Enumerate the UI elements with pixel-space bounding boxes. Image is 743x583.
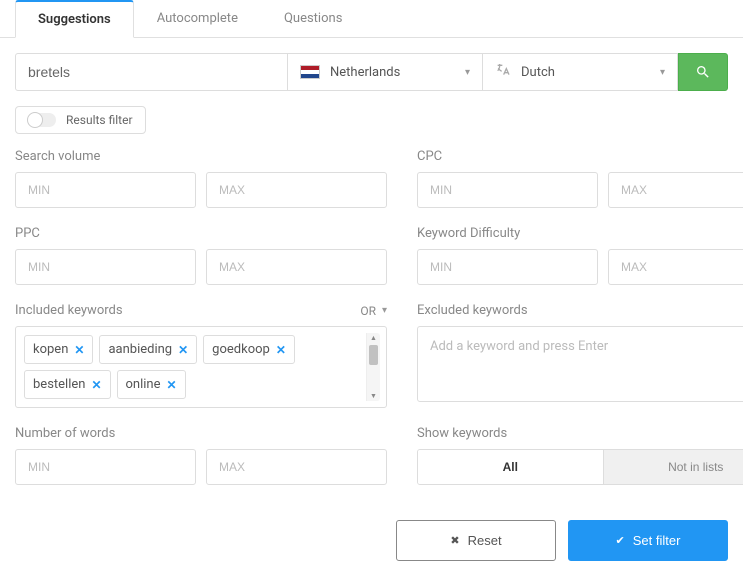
tab-suggestions[interactable]: Suggestions: [15, 0, 134, 38]
kd-min-input[interactable]: [417, 249, 598, 285]
filter-grid: Search volume CPC PPC Keyword Difficulty: [0, 149, 743, 505]
search-button[interactable]: [678, 53, 728, 91]
search-volume-min-input[interactable]: [15, 172, 196, 208]
remove-tag-icon[interactable]: ✕: [91, 378, 101, 392]
check-icon: ✔: [616, 534, 625, 547]
cpc-max-input[interactable]: [608, 172, 743, 208]
search-type-tabs: Suggestions Autocomplete Questions: [0, 0, 743, 38]
kd-max-input[interactable]: [608, 249, 743, 285]
language-select[interactable]: Dutch ▾: [483, 53, 678, 91]
filter-label: Show keywords: [417, 426, 743, 441]
filter-label: Excluded keywords: [417, 303, 528, 318]
keyword-tag: goedkoop✕: [203, 335, 295, 364]
country-label: Netherlands: [330, 65, 400, 80]
results-filter-label: Results filter: [66, 113, 133, 127]
ppc-max-input[interactable]: [206, 249, 387, 285]
filter-label: PPC: [15, 226, 387, 241]
num-words-max-input[interactable]: [206, 449, 387, 485]
scroll-thumb[interactable]: [369, 345, 378, 365]
filter-keyword-difficulty: Keyword Difficulty: [417, 226, 743, 285]
filter-label: Number of words: [15, 426, 387, 441]
included-keywords-box[interactable]: kopen✕ aanbieding✕ goedkoop✕ bestellen✕ …: [15, 326, 387, 408]
filter-number-of-words: Number of words: [15, 426, 387, 485]
remove-tag-icon[interactable]: ✕: [276, 343, 286, 357]
filter-cpc: CPC: [417, 149, 743, 208]
scroll-down-icon[interactable]: ▼: [367, 391, 380, 401]
ppc-min-input[interactable]: [15, 249, 196, 285]
filter-label: CPC: [417, 149, 743, 164]
tab-autocomplete[interactable]: Autocomplete: [134, 0, 261, 37]
excluded-placeholder: Add a keyword and press Enter: [424, 333, 614, 395]
remove-tag-icon[interactable]: ✕: [167, 378, 177, 392]
language-icon: [495, 62, 511, 82]
filter-excluded-keywords: Excluded keywords OR ▾ Add a keyword and…: [417, 303, 743, 408]
show-keywords-toggle: All Not in lists: [417, 449, 743, 485]
close-icon: ✖: [450, 534, 459, 547]
keyword-tag: online✕: [117, 370, 186, 399]
included-mode-label: OR: [360, 304, 376, 318]
results-filter-pill: Results filter: [15, 106, 146, 134]
chevron-down-icon: ▾: [465, 67, 470, 78]
chevron-down-icon: ▾: [660, 67, 665, 78]
num-words-min-input[interactable]: [15, 449, 196, 485]
filter-ppc: PPC: [15, 226, 387, 285]
filter-label: Included keywords: [15, 303, 123, 318]
keyword-tag: kopen✕: [24, 335, 93, 364]
search-volume-max-input[interactable]: [206, 172, 387, 208]
filter-show-keywords: Show keywords All Not in lists: [417, 426, 743, 485]
scroll-up-icon[interactable]: ▲: [367, 333, 380, 343]
remove-tag-icon[interactable]: ✕: [178, 343, 188, 357]
country-select[interactable]: Netherlands ▾: [288, 53, 483, 91]
show-keywords-all-button[interactable]: All: [418, 450, 603, 484]
set-filter-button[interactable]: ✔ Set filter: [568, 520, 728, 561]
show-keywords-not-in-lists-button[interactable]: Not in lists: [603, 450, 743, 484]
filter-included-keywords: Included keywords OR ▾ kopen✕ aanbieding…: [15, 303, 387, 408]
results-filter-toggle[interactable]: [28, 113, 56, 127]
tab-questions[interactable]: Questions: [261, 0, 365, 37]
search-icon: [695, 64, 711, 80]
scrollbar[interactable]: ▲ ▼: [366, 333, 380, 401]
cpc-min-input[interactable]: [417, 172, 598, 208]
remove-tag-icon[interactable]: ✕: [74, 343, 84, 357]
flag-netherlands-icon: [300, 65, 320, 79]
filter-label: Search volume: [15, 149, 387, 164]
language-label: Dutch: [521, 65, 555, 80]
reset-button[interactable]: ✖ Reset: [396, 520, 556, 561]
keyword-tag: bestellen✕: [24, 370, 111, 399]
excluded-keywords-box[interactable]: Add a keyword and press Enter: [417, 326, 743, 402]
search-row: Netherlands ▾ Dutch ▾: [0, 38, 743, 106]
keyword-tag: aanbieding✕: [99, 335, 197, 364]
included-mode-select[interactable]: OR ▾: [360, 304, 387, 318]
filter-search-volume: Search volume: [15, 149, 387, 208]
keyword-input[interactable]: [15, 53, 288, 91]
filter-label: Keyword Difficulty: [417, 226, 743, 241]
filter-actions: ✖ Reset ✔ Set filter: [0, 505, 743, 576]
chevron-down-icon: ▾: [382, 305, 387, 316]
